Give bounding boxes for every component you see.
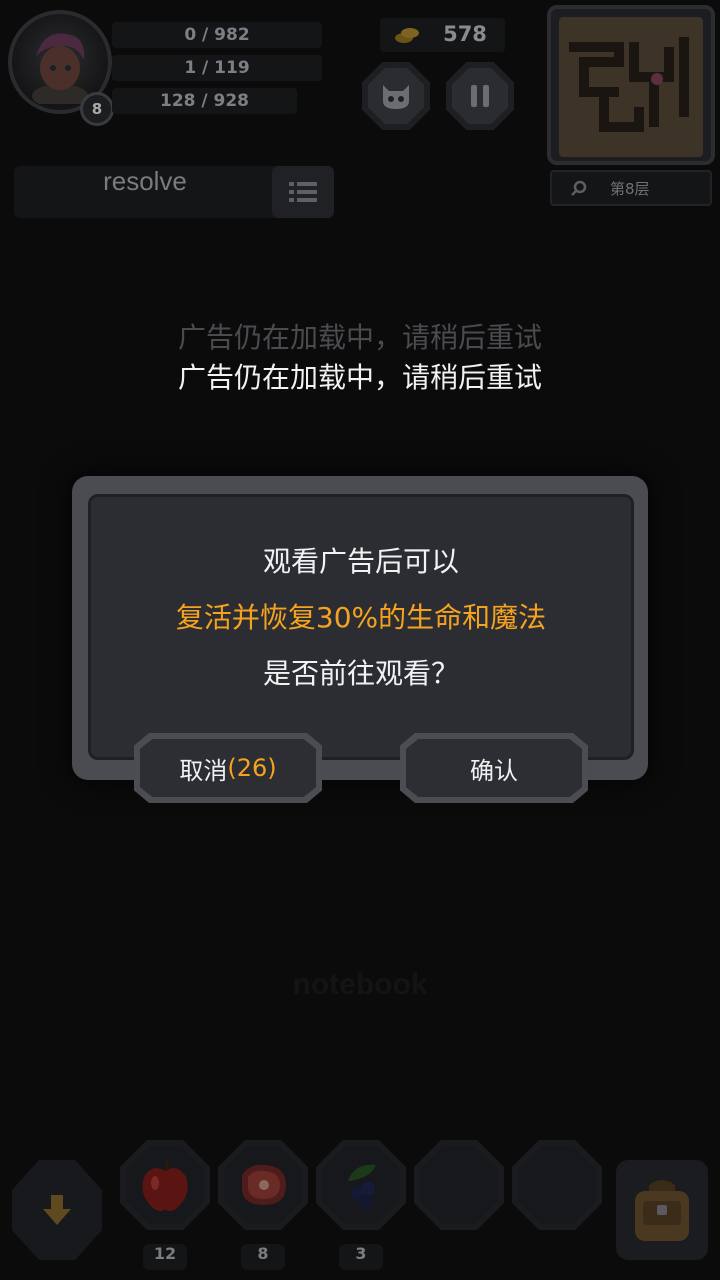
descend-button[interactable] xyxy=(12,1160,102,1260)
item-count: 12 xyxy=(143,1244,187,1270)
coin-counter: 578 xyxy=(380,18,505,52)
list-icon xyxy=(289,182,317,202)
confirm-button[interactable]: 确认 xyxy=(400,733,588,803)
item-count: 8 xyxy=(241,1244,285,1270)
inventory-slot-3[interactable] xyxy=(316,1140,406,1230)
exp-text: 128 / 928 xyxy=(159,91,250,111)
pause-icon xyxy=(471,85,489,107)
player-level-badge: 8 xyxy=(80,92,114,126)
exp-bar: 128 / 928 xyxy=(112,88,297,114)
inventory-bag-button[interactable] xyxy=(616,1160,708,1260)
hero-portrait-icon xyxy=(32,33,88,104)
pause-button[interactable] xyxy=(446,62,514,130)
dialog-line-1: 观看广告后可以 xyxy=(262,545,459,578)
inventory-slot-4[interactable] xyxy=(414,1140,504,1230)
inventory-slot-1[interactable] xyxy=(120,1140,210,1230)
item-count: 3 xyxy=(339,1244,383,1270)
background-label: notebook xyxy=(292,968,428,1001)
cancel-label: 取消 xyxy=(179,756,228,785)
hp-text: 0 / 982 xyxy=(184,25,250,45)
dialog-line-2: 复活并恢复30%的生命和魔法 xyxy=(175,601,547,634)
mp-bar: 1 / 119 xyxy=(112,55,322,81)
pet-button[interactable] xyxy=(362,62,430,130)
inventory-slot-5[interactable] xyxy=(512,1140,602,1230)
player-level: 8 xyxy=(91,100,103,118)
apple-icon xyxy=(142,1158,188,1211)
arrow-down-icon xyxy=(43,1195,71,1225)
pet-face-icon xyxy=(383,85,409,109)
toast-message-faded: 广告仍在加载中，请稍后重试 xyxy=(177,321,542,354)
coin-icon xyxy=(395,28,419,43)
list-menu-button[interactable] xyxy=(272,166,334,218)
backpack-icon xyxy=(635,1180,689,1241)
toast-message: 广告仍在加载中，请稍后重试 xyxy=(177,361,542,394)
meat-icon xyxy=(242,1164,286,1205)
mp-text: 1 / 119 xyxy=(184,58,250,78)
floor-label: 第8层 xyxy=(610,180,650,198)
minimap[interactable] xyxy=(547,5,715,165)
search-icon xyxy=(571,180,587,196)
floor-indicator[interactable]: 第8层 xyxy=(550,170,712,206)
cancel-button[interactable]: 取消 (26) xyxy=(134,733,322,803)
dialog-line-3: 是否前往观看？ xyxy=(262,657,459,690)
hp-bar: 0 / 982 xyxy=(112,22,322,48)
confirm-label: 确认 xyxy=(470,756,518,785)
coin-value: 578 xyxy=(443,22,487,46)
berries-icon xyxy=(348,1164,376,1208)
cancel-countdown: (26) xyxy=(227,754,277,782)
minimap-maze-icon xyxy=(569,37,689,132)
inventory-slot-2[interactable] xyxy=(218,1140,308,1230)
search-value: resolve xyxy=(103,166,187,196)
